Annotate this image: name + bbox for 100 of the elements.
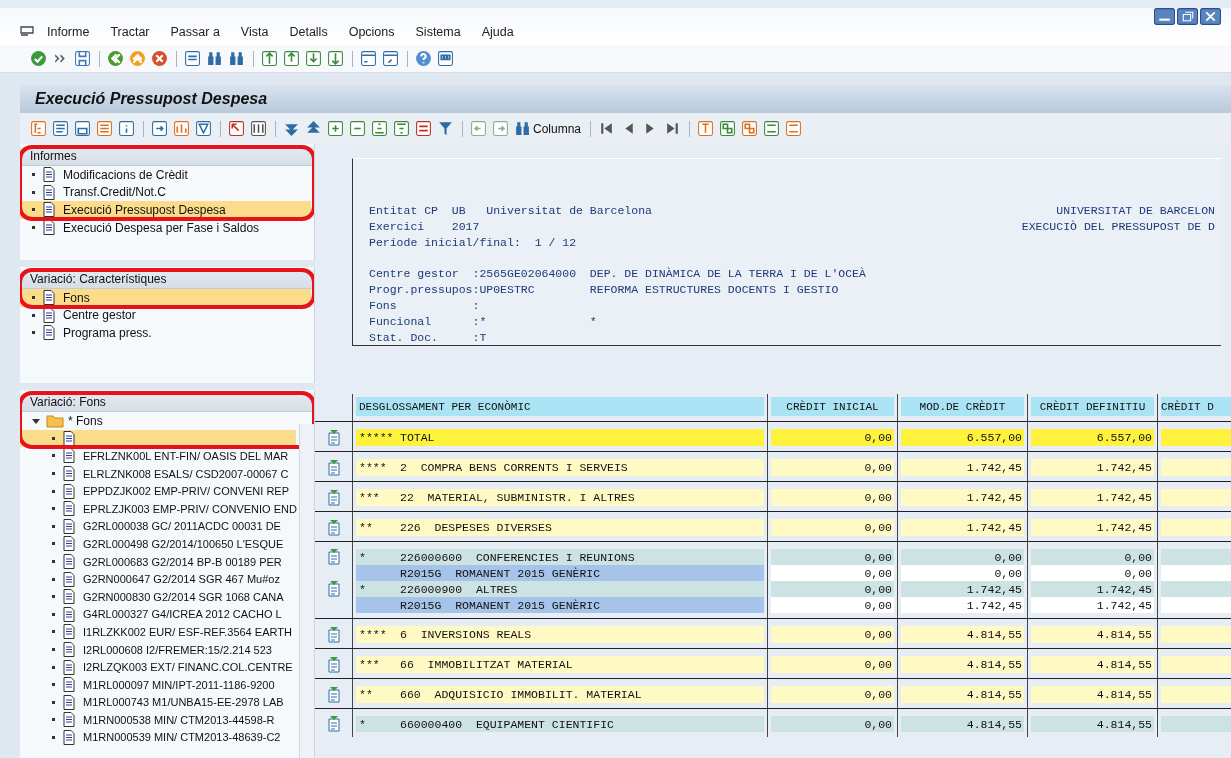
table-cell: [1161, 429, 1231, 446]
tree-item[interactable]: I2RLZQK003 EXT/ FINANC.COL.CENTRE: [20, 658, 296, 676]
toolbar-icon[interactable]: [151, 120, 168, 137]
document-check-icon[interactable]: [326, 519, 341, 536]
document-check-icon[interactable]: [326, 686, 341, 703]
menu-item[interactable]: Informe: [47, 24, 90, 39]
tree-item[interactable]: M1RL000097 MIN/IPT-2011-1186-9200: [20, 675, 296, 694]
table-cell: *** 66 IMMOBILITZAT MATERIAL: [356, 656, 764, 673]
toolbar-icon[interactable]: [327, 120, 344, 137]
caret-icon[interactable]: [32, 416, 40, 425]
tree-item[interactable]: G2RN000647 G2/2014 SGR 467 Mu#oz: [20, 570, 296, 588]
tree-item[interactable]: Transf.Credit/Not.C: [20, 183, 311, 202]
save-icon[interactable]: [74, 50, 91, 67]
toolbar-icon[interactable]: [30, 120, 47, 137]
toolbar-icon[interactable]: [415, 120, 432, 137]
menu-item[interactable]: Detalls: [289, 24, 328, 39]
back-icon[interactable]: [107, 50, 124, 67]
document-icon: [63, 694, 75, 710]
toolbar-icon[interactable]: [96, 120, 113, 137]
document-check-icon[interactable]: [326, 429, 341, 446]
toolbar-icon[interactable]: [52, 120, 69, 137]
tree-item[interactable]: G2RL000498 G2/2014/100650 L'ESQUE: [20, 535, 296, 553]
menu-item[interactable]: Opcions: [348, 24, 395, 39]
column-header: CRÈDIT D: [1161, 397, 1231, 416]
table-cell: 0,00: [771, 597, 894, 613]
toolbar-icon[interactable]: [393, 120, 410, 137]
menu-item[interactable]: Sistema: [415, 24, 461, 39]
filter-icon[interactable]: [437, 120, 454, 137]
tree-item[interactable]: G2RL000683 G2/2014 BP-B 00189 PER: [20, 552, 296, 571]
menu-icon[interactable]: [20, 25, 34, 38]
check-icon[interactable]: [30, 50, 47, 67]
table-cell: 0,00: [901, 549, 1024, 565]
minimize-icon[interactable]: [1154, 8, 1175, 25]
toolbar-icon[interactable]: [741, 120, 759, 137]
document-check-icon[interactable]: [326, 459, 341, 476]
tree-item[interactable]: Execució Pressupost Despesa: [20, 201, 311, 219]
bullet-icon: [32, 313, 35, 317]
menu-item[interactable]: Vista: [240, 24, 269, 39]
window-icon[interactable]: [360, 50, 377, 67]
menu-item[interactable]: Tractar: [110, 24, 150, 39]
document-check-icon[interactable]: [326, 626, 341, 643]
restore-icon[interactable]: [1177, 8, 1198, 25]
table-cell: [1161, 716, 1231, 732]
tree-item[interactable]: I2RL000608 I2/FREMER:15/2.214 523: [20, 640, 296, 659]
tree-item[interactable]: Execució Despesa per Fase i Saldos: [20, 218, 311, 237]
table-cell: 0,00: [1031, 549, 1154, 565]
bullet-icon: [52, 595, 55, 599]
tree-item[interactable]: EPPDZJK002 EMP-PRIV/ CONVENI REP: [20, 482, 296, 500]
toolbar-icon[interactable]: [349, 120, 366, 137]
bullet-icon: [52, 436, 55, 440]
toolbar-icon[interactable]: [118, 120, 135, 137]
bullet-icon: [52, 718, 55, 722]
window-icon[interactable]: [382, 50, 399, 67]
document-check-icon[interactable]: [326, 581, 341, 597]
toolbar-icon[interactable]: [697, 120, 715, 137]
column-search-button[interactable]: Columna: [514, 120, 588, 137]
document-icon: [63, 448, 75, 464]
toolbar-icon[interactable]: [173, 120, 190, 137]
help-icon[interactable]: [415, 50, 432, 67]
tree-item[interactable]: G2RN000830 G2/2014 SGR 1068 CANA: [20, 587, 296, 606]
toolbar-icon[interactable]: [228, 120, 245, 137]
toolbar-icon[interactable]: [195, 120, 212, 137]
binoculars-icon[interactable]: [206, 50, 223, 67]
toolbar-icon[interactable]: [371, 120, 388, 137]
table-cell: 4.814,55: [1031, 656, 1154, 673]
tree-item[interactable]: EFRLZNK00L ENT-FIN/ OASIS DEL MAR: [20, 447, 296, 465]
document-check-icon[interactable]: [326, 549, 341, 565]
tree-item[interactable]: G4RL000327 G4/ICREA 2012 CACHO L: [20, 605, 296, 624]
binoculars-icon[interactable]: [228, 50, 245, 67]
tree-item[interactable]: Centre gestor: [20, 306, 311, 325]
document-icon: [43, 202, 55, 218]
tree-item[interactable]: Modificacions de Crèdit: [20, 166, 311, 184]
tree-item[interactable]: Fons: [20, 289, 311, 307]
tree-item[interactable]: EPRLZJK003 EMP-PRIV/ CONVENIO END: [20, 499, 296, 518]
scrollbar[interactable]: [299, 424, 314, 758]
tree-item[interactable]: M1RN000539 MIN/ CTM2013-48639-C2: [20, 728, 296, 747]
toolbar-icon[interactable]: [763, 120, 781, 137]
document-icon: [43, 184, 55, 200]
document-check-icon[interactable]: [326, 716, 341, 732]
document-icon: [63, 624, 75, 640]
tree-item[interactable]: M1RL000743 M1/UNBA15-EE-2978 LAB: [20, 693, 296, 712]
toolbar-icon[interactable]: [250, 120, 267, 137]
document-check-icon[interactable]: [326, 656, 341, 673]
menu-item[interactable]: Passar a: [170, 24, 220, 39]
toolbar-icon[interactable]: [719, 120, 737, 137]
document-check-icon[interactable]: [326, 489, 341, 506]
tree-item[interactable]: G2RL000038 GC/ 2011ACDC 00031 DE: [20, 517, 296, 536]
toolbar-icon[interactable]: [74, 120, 91, 137]
tree-item[interactable]: I1RLZKK002 EUR/ ESF-REF.3564 EARTH: [20, 623, 296, 641]
tree-item[interactable]: M1RN000538 MIN/ CTM2013-44598-R: [20, 711, 296, 729]
tree-item[interactable]: * Fons: [20, 412, 296, 430]
document-icon: [43, 325, 55, 341]
toolbar-icon[interactable]: [785, 120, 803, 137]
close-icon[interactable]: [1200, 8, 1221, 25]
screen-title: Execució Pressupost Despesa: [35, 90, 268, 108]
cancel-icon[interactable]: [151, 50, 168, 67]
tree-item[interactable]: ELRLZNK008 ESALS/ CSD2007-00067 C: [20, 464, 296, 483]
tree-item[interactable]: [20, 429, 296, 448]
menu-item[interactable]: Ajuda: [481, 24, 514, 39]
tree-item[interactable]: Programa press.: [20, 324, 311, 342]
